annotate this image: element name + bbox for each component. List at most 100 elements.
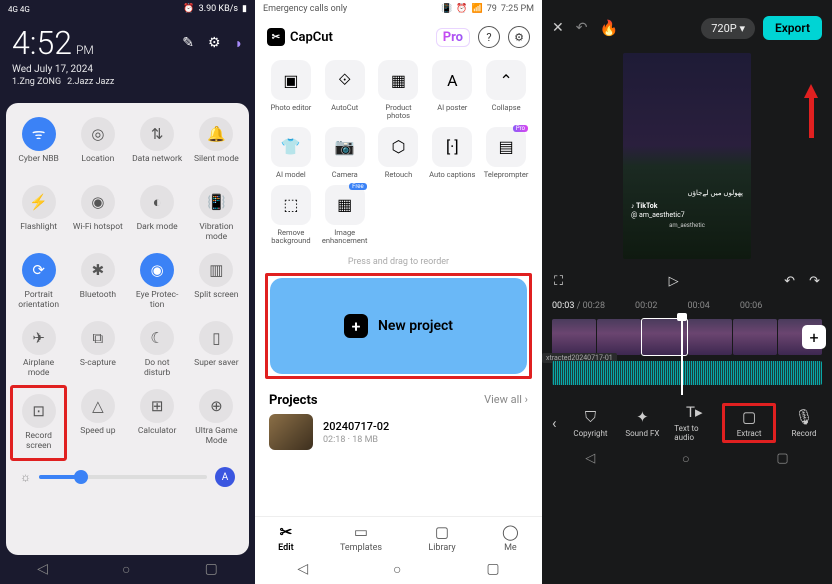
bell-icon: 🔔 (199, 117, 233, 151)
home-button[interactable]: ○ (682, 451, 690, 467)
qs-swap[interactable]: ⇅Data network (129, 113, 186, 179)
pro-badge[interactable]: Pro (436, 28, 470, 47)
undo-icon[interactable]: ↶ (576, 20, 588, 36)
video-clip[interactable] (733, 319, 777, 355)
export-button[interactable]: Export (763, 16, 822, 40)
auto-brightness-toggle[interactable]: A (215, 467, 235, 487)
projects-title: Projects (269, 393, 318, 408)
back-icon[interactable]: ‹ (546, 414, 563, 432)
settings-icon[interactable]: ⚙ (208, 35, 221, 52)
tool-product-photos[interactable]: ▦Product photos (375, 60, 423, 121)
back-button[interactable]: ◁ (37, 561, 48, 578)
qs-battery[interactable]: ▯Super saver (188, 317, 245, 383)
tool-label: Record (791, 429, 816, 438)
alarm-icon: ⏰ (456, 4, 467, 14)
fullscreen-icon[interactable]: ⛶ (554, 274, 563, 289)
flame-icon[interactable]: 🔥 (599, 19, 618, 37)
tab-label: Edit (278, 543, 293, 553)
qs-capture[interactable]: ⧉S-capture (69, 317, 126, 383)
qs-dnd[interactable]: ☾Do not disturb (129, 317, 186, 383)
back-button[interactable]: ◁ (585, 451, 595, 467)
edit-icon[interactable]: ✎ (182, 35, 194, 52)
qs-flash[interactable]: ⚡Flashlight (10, 181, 67, 247)
video-clip-selected[interactable] (642, 319, 686, 355)
tool-extract[interactable]: ▢Extract (722, 403, 776, 443)
qs-calc[interactable]: ⊞Calculator (129, 385, 186, 461)
home-button[interactable]: ○ (393, 561, 401, 578)
redo-icon[interactable]: ↷ (809, 274, 820, 289)
tab-library[interactable]: ▢Library (428, 523, 455, 553)
tool-ai-model[interactable]: 👕AI model (267, 127, 315, 179)
video-clip[interactable] (688, 319, 732, 355)
qs-bell[interactable]: 🔔Silent mode (188, 113, 245, 179)
tool-label: Extract (737, 429, 762, 438)
phone-capcut-home: Emergency calls only 📳 ⏰ 📶 79 7:25 PM ✂ … (255, 0, 542, 584)
qs-split[interactable]: ▥Split screen (188, 249, 245, 315)
tool-sound-fx[interactable]: ✦Sound FX (618, 406, 666, 440)
recents-button[interactable]: ▢ (205, 561, 218, 578)
tool-camera[interactable]: 📷Camera (321, 127, 369, 179)
battery-icon: ▮ (242, 4, 247, 14)
settings-icon[interactable]: ⚙ (508, 26, 530, 48)
moon-icon: ◐ (140, 185, 174, 219)
qs-game[interactable]: ⊕Ultra Game Mode (188, 385, 245, 461)
tool-collapse[interactable]: ⌃Collapse (482, 60, 530, 121)
tab-templates[interactable]: ▭Templates (340, 523, 382, 553)
video-track[interactable]: + (552, 319, 822, 355)
playhead[interactable] (681, 315, 683, 395)
qs-vibrate[interactable]: 📳Vibration mode (188, 181, 245, 247)
qs-bt[interactable]: ✱Bluetooth (69, 249, 126, 315)
qs-pin[interactable]: ◎Location (69, 113, 126, 179)
tab-me[interactable]: ◯Me (502, 523, 519, 553)
qs-rocket[interactable]: △Speed up (69, 385, 126, 461)
qs-eye[interactable]: ◉Eye Protec- tion (129, 249, 186, 315)
project-item[interactable]: 20240717-02 02:18 · 18 MB (255, 414, 542, 450)
qs-label: Bluetooth (80, 291, 116, 311)
tool-remove-background[interactable]: ⬚Remove background (267, 185, 315, 246)
tool-image-enhancement[interactable]: ▦FreeImage enhancement (321, 185, 369, 246)
qs-moon[interactable]: ◐Dark mode (129, 181, 186, 247)
qs-record[interactable]: ⊡Record screen (15, 390, 62, 456)
timeline[interactable]: + xtracted20240717-01 (542, 315, 832, 395)
back-button[interactable]: ◁ (297, 561, 308, 578)
tool-copyright[interactable]: ⛉Copyright (567, 406, 615, 440)
recents-button[interactable]: ▢ (776, 451, 788, 467)
home-button[interactable]: ○ (122, 561, 130, 578)
qs-hotspot[interactable]: ◉Wi-Fi hotspot (69, 181, 126, 247)
view-all-link[interactable]: View all › (484, 393, 528, 408)
undo2-icon[interactable]: ↶ (784, 274, 795, 289)
tool-auto-captions[interactable]: [·]Auto captions (428, 127, 476, 179)
brightness-slider[interactable]: ☼ A (10, 461, 245, 489)
video-clip[interactable] (597, 319, 641, 355)
tool-icon: ▦ (378, 60, 418, 100)
new-project-label: New project (378, 318, 453, 334)
tool-photo-editor[interactable]: ▣Photo editor (267, 60, 315, 121)
qs-wifi[interactable]: ᯤCyber NBB (10, 113, 67, 179)
qs-rotate[interactable]: ⟳Portrait orientation (10, 249, 67, 315)
qs-label: Data network (132, 155, 182, 175)
close-icon[interactable]: ✕ (552, 20, 564, 36)
add-clip-button[interactable]: + (802, 325, 826, 349)
tool-text-to-audio[interactable]: T▸Text to audio (670, 401, 718, 444)
eye-icon: ◉ (140, 253, 174, 287)
rocket-icon: △ (81, 389, 115, 423)
assistant-icon[interactable]: ◗ (235, 35, 243, 52)
tool-icon: ⬡ (378, 127, 418, 167)
qs-plane[interactable]: ✈Airplane mode (10, 317, 67, 383)
help-icon[interactable]: ? (478, 26, 500, 48)
tool-teleprompter[interactable]: ▤ProTeleprompter (482, 127, 530, 179)
qs-label: Calculator (138, 427, 176, 447)
qs-label: Wi-Fi hotspot (73, 223, 123, 243)
tool-record[interactable]: 🎙Record (780, 406, 828, 440)
audio-track[interactable] (552, 361, 822, 385)
recents-button[interactable]: ▢ (486, 561, 499, 578)
tab-edit[interactable]: ✂Edit (278, 523, 293, 553)
tool-retouch[interactable]: ⬡Retouch (375, 127, 423, 179)
resolution-button[interactable]: 720P ▾ (701, 18, 755, 39)
tool-autocut[interactable]: ⟐AutoCut (321, 60, 369, 121)
play-icon[interactable]: ▷ (669, 274, 679, 289)
video-preview[interactable]: ♪ TikTok @ am_aesthetic7 پھولوں میں لےجا… (623, 53, 751, 259)
new-project-button[interactable]: + New project (270, 278, 527, 374)
tool-ai-poster[interactable]: AAI poster (428, 60, 476, 121)
video-clip[interactable] (552, 319, 596, 355)
